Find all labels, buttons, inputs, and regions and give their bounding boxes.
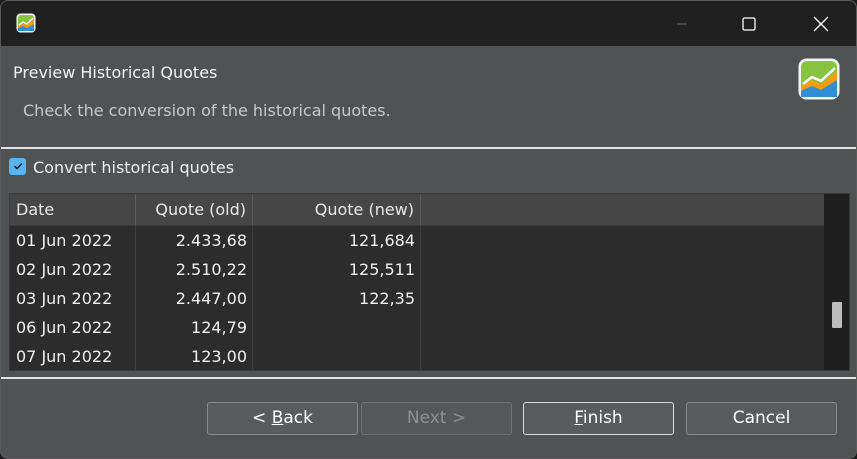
table-row[interactable]: 07 Jun 2022 123,00 — [10, 342, 825, 370]
finish-button-mnemonic: F — [574, 408, 583, 428]
minimize-button[interactable] — [659, 1, 705, 46]
finish-button-label: inish — [582, 408, 623, 428]
title-bar — [1, 1, 856, 46]
table-row[interactable]: 02 Jun 2022 2.510,22 125,511 — [10, 255, 825, 284]
close-button[interactable] — [798, 1, 844, 46]
convert-quotes-label[interactable]: Convert historical quotes — [33, 158, 234, 177]
cell-date: 01 Jun 2022 — [16, 231, 113, 250]
cell-quote-old: 123,00 — [191, 347, 247, 366]
check-icon — [12, 157, 24, 176]
table-row[interactable]: 01 Jun 2022 2.433,68 121,684 — [10, 226, 825, 255]
cancel-button[interactable]: Cancel — [686, 402, 837, 435]
cell-quote-new: 125,511 — [348, 260, 415, 279]
back-button-prefix: < — [252, 408, 272, 428]
minimize-icon — [676, 18, 688, 30]
cell-date: 06 Jun 2022 — [16, 318, 113, 337]
next-button[interactable]: Next > — [361, 402, 512, 435]
cell-date: 02 Jun 2022 — [16, 260, 113, 279]
cell-quote-old: 2.510,22 — [175, 260, 247, 279]
cell-quote-new — [253, 342, 421, 370]
column-header-quote-new[interactable]: Quote (new) — [253, 194, 421, 225]
cell-date: 03 Jun 2022 — [16, 289, 113, 308]
table-header: Date Quote (old) Quote (new) — [10, 194, 825, 226]
cell-quote-new: 121,684 — [348, 231, 415, 250]
page-title: Preview Historical Quotes — [13, 63, 218, 82]
cell-quote-new: 122,35 — [359, 289, 415, 308]
table-row[interactable]: 06 Jun 2022 124,79 — [10, 313, 825, 342]
back-button[interactable]: < Back — [207, 402, 358, 435]
page-description: Check the conversion of the historical q… — [23, 101, 391, 120]
cell-date: 07 Jun 2022 — [16, 347, 113, 366]
footer-separator — [1, 377, 856, 379]
maximize-icon — [742, 16, 756, 31]
table-scrollbar[interactable] — [824, 194, 849, 370]
header-separator — [1, 147, 856, 149]
cell-quote-new — [253, 313, 421, 342]
app-chart-icon — [798, 58, 840, 100]
finish-button[interactable]: Finish — [523, 402, 674, 435]
column-header-date[interactable]: Date — [10, 194, 136, 225]
app-chart-icon — [16, 13, 36, 33]
back-button-mnemonic: B — [271, 408, 284, 428]
cell-quote-old: 124,79 — [191, 318, 247, 337]
close-icon — [813, 16, 829, 32]
cell-quote-old: 2.447,00 — [175, 289, 247, 308]
scrollbar-thumb[interactable] — [832, 302, 842, 328]
dialog-window: Preview Historical Quotes Check the conv… — [0, 0, 857, 459]
cell-quote-old: 2.433,68 — [175, 231, 247, 250]
back-button-label: ack — [283, 408, 313, 428]
table-row[interactable]: 03 Jun 2022 2.447,00 122,35 — [10, 284, 825, 313]
quotes-table: Date Quote (old) Quote (new) 01 Jun 2022… — [9, 193, 850, 371]
maximize-button[interactable] — [726, 1, 772, 46]
convert-quotes-checkbox[interactable] — [9, 158, 26, 175]
column-header-quote-old[interactable]: Quote (old) — [136, 194, 253, 225]
